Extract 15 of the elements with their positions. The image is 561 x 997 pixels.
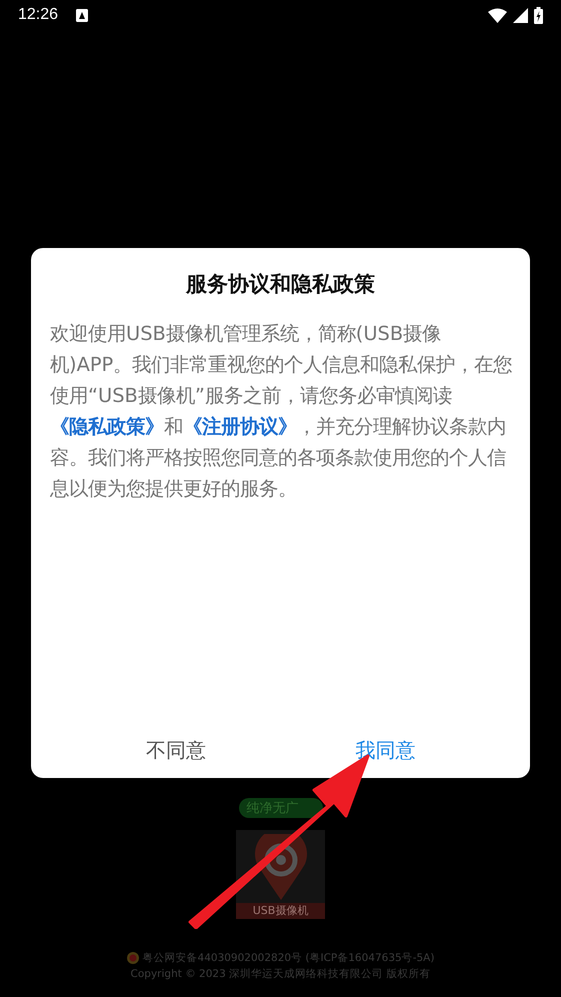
- signal-icon: [513, 8, 528, 22]
- footer-text: 粤公网安备44030902002820号 (粤ICP备16047635号-5A): [142, 951, 434, 965]
- policy-link[interactable]: 《注册协议》: [183, 415, 297, 438]
- logo-caption: USB摄像机: [236, 903, 325, 919]
- agree-button[interactable]: 我同意: [345, 733, 426, 768]
- status-time: 12:26: [18, 6, 58, 24]
- footer-text: Copyright © 2023 深圳华运天成网络科技有限公司 版权所有: [130, 967, 430, 981]
- disagree-button[interactable]: 不同意: [136, 733, 216, 768]
- dialog-title: 服务协议和隐私政策: [184, 271, 376, 298]
- emblem-icon: [126, 952, 139, 964]
- policy-link[interactable]: 《隐私政策》: [50, 415, 164, 438]
- wifi-icon: [488, 8, 507, 22]
- notification-icon: [76, 8, 88, 22]
- dialog-message: 欢迎使用USB摄像机管理系统，简称(USB摄像机)APP。我们非常重视您的个人信息和隐私保护，在您使用“USB摄像机”服务之前，请您务必审慎阅读 《隐私政策》和《注册协议》，并充分理解协议条款内容。我们将严格按照您同意的各项条款使用您的个人信息以便为您提供更好的服务。: [50, 321, 514, 502]
- battery-icon: [534, 6, 543, 24]
